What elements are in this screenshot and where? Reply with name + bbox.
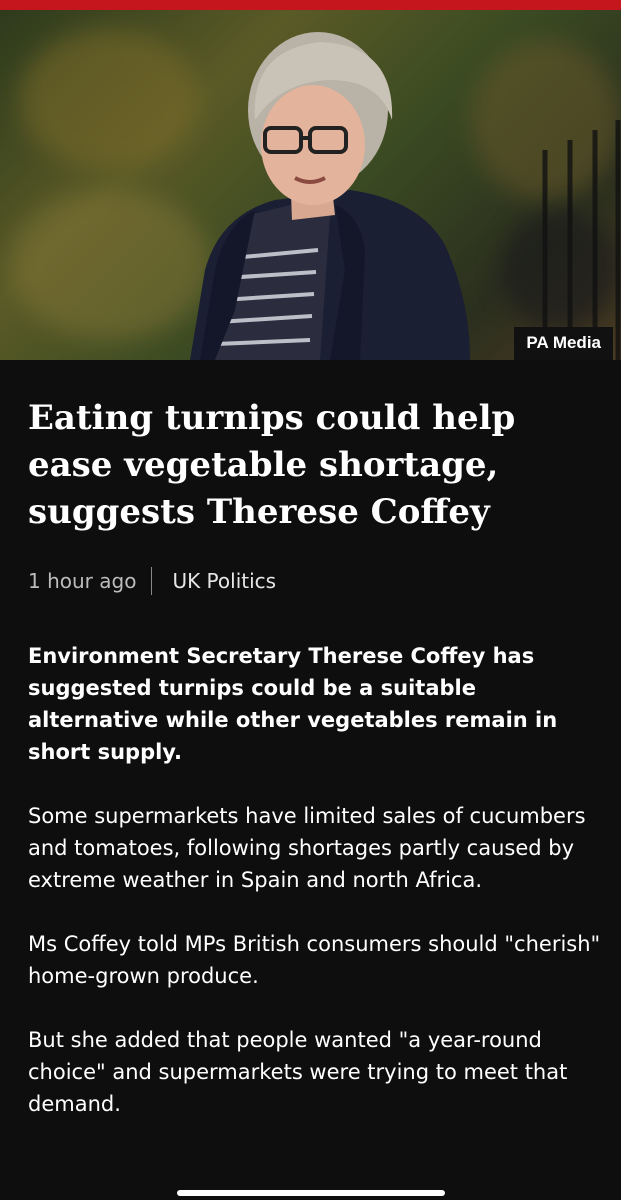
- body-paragraph: Ms Coffey told MPs British consumers sho…: [28, 932, 601, 988]
- article-headline: Eating turnips could help ease vegetable…: [28, 398, 516, 532]
- article-body: Environment Secretary Therese Coffey has…: [28, 640, 608, 1152]
- topic-link[interactable]: UK Politics: [172, 569, 276, 593]
- body-paragraph: But she added that people wanted "a year…: [28, 1028, 568, 1116]
- hero-image: PA Media: [0, 10, 621, 360]
- home-indicator[interactable]: [177, 1190, 445, 1196]
- top-accent-bar: [0, 0, 621, 10]
- article-meta: 1 hour ago UK Politics: [28, 566, 276, 596]
- body-paragraph: Some supermarkets have limited sales of …: [28, 804, 586, 892]
- published-time: 1 hour ago: [28, 569, 137, 593]
- lead-paragraph: Environment Secretary Therese Coffey has…: [28, 644, 558, 764]
- meta-divider: [151, 567, 153, 595]
- image-credit: PA Media: [514, 327, 613, 360]
- portrait-illustration: [190, 32, 621, 360]
